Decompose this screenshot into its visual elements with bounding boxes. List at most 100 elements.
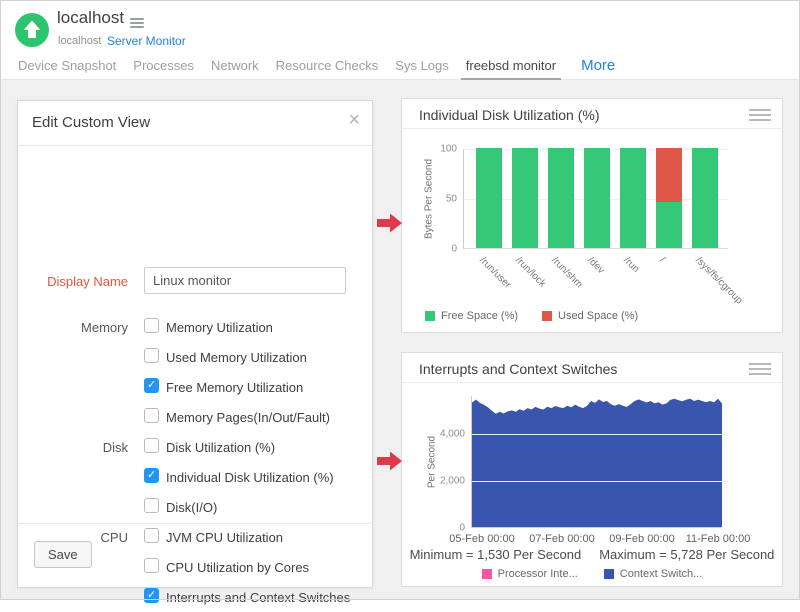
legend-item[interactable]: Free Space (%) xyxy=(425,310,518,322)
x-axis-date-label: 05-Feb 00:00 xyxy=(442,533,522,545)
chart-menu-icon[interactable] xyxy=(749,363,771,378)
y-axis-tick: 100 xyxy=(440,144,457,155)
interrupts-card: Interrupts and Context Switches Per Seco… xyxy=(401,352,783,587)
bar-segment-free xyxy=(620,148,646,248)
checkbox-memory-utilization[interactable] xyxy=(144,318,159,333)
bar-/run/user xyxy=(476,148,502,248)
bar-segment-free xyxy=(476,148,502,248)
checkbox-interrupts-context-switches[interactable] xyxy=(144,588,159,603)
checkbox-memory-pages[interactable] xyxy=(144,408,159,423)
legend-item[interactable]: Used Space (%) xyxy=(542,310,638,322)
hamburger-menu-icon[interactable] xyxy=(130,18,144,30)
checkbox-individual-disk-utilization[interactable] xyxy=(144,468,159,483)
area-chart-plot: 02,0004,00005-Feb 00:0007-Feb 00:0009-Fe… xyxy=(471,396,721,528)
display-name-input[interactable] xyxy=(144,267,346,294)
save-button[interactable]: Save xyxy=(34,541,92,568)
server-status-icon xyxy=(15,13,49,47)
legend-label: Free Space (%) xyxy=(441,310,518,322)
metric-row: Used Memory Utilization xyxy=(18,342,372,372)
bar-/ xyxy=(656,148,682,248)
checkbox-label: Individual Disk Utilization (%) xyxy=(166,470,334,485)
tab-resource-checks[interactable]: Resource Checks xyxy=(276,58,379,73)
group-label-disk: Disk xyxy=(18,440,128,455)
display-name-label: Display Name xyxy=(18,274,128,289)
chart-summary: Minimum = 1,530 Per Second Maximum = 5,7… xyxy=(402,547,782,562)
tab-device-snapshot[interactable]: Device Snapshot xyxy=(18,58,116,73)
card-header: Interrupts and Context Switches xyxy=(402,353,782,383)
y-axis-title: Bytes Per Second xyxy=(424,159,435,239)
bar-/dev xyxy=(584,148,610,248)
dialog-header: Edit Custom View × xyxy=(18,101,372,146)
metric-row: Free Memory Utilization xyxy=(18,372,372,402)
tab-more[interactable]: More xyxy=(581,57,615,74)
x-axis-label: /sys/fs/cgroup xyxy=(693,255,744,306)
breadcrumb-server-monitor-link[interactable]: Server Monitor xyxy=(107,34,186,48)
checkbox-label: Disk(I/O) xyxy=(166,500,217,515)
legend-swatch xyxy=(604,569,614,579)
checkbox-label: Disk Utilization (%) xyxy=(166,440,275,455)
arrow-right-icon xyxy=(377,212,403,234)
checkbox-used-memory-utilization[interactable] xyxy=(144,348,159,363)
x-axis-label: /dev xyxy=(585,255,606,276)
bar-/run/shm xyxy=(548,148,574,248)
legend-label: Used Space (%) xyxy=(558,310,638,322)
disk-utilization-card: Individual Disk Utilization (%) Bytes Pe… xyxy=(401,98,783,333)
display-name-row: Display Name xyxy=(18,267,372,294)
checkbox-label: Memory Pages(In/Out/Fault) xyxy=(166,410,330,425)
bar-segment-free xyxy=(512,148,538,248)
checkbox-label: Interrupts and Context Switches xyxy=(166,590,350,605)
x-axis-date-label: 11-Feb 00:00 xyxy=(678,533,758,545)
bar-segment-free xyxy=(656,202,682,248)
gridline xyxy=(472,434,729,435)
checkbox-disk-utilization[interactable] xyxy=(144,438,159,453)
bar-segment-used xyxy=(656,148,682,202)
minimum-value: Minimum = 1,530 Per Second xyxy=(410,547,582,562)
checkbox-label: Free Memory Utilization xyxy=(166,380,303,395)
card-header: Individual Disk Utilization (%) xyxy=(402,99,782,129)
y-axis-tick: 0 xyxy=(451,244,457,255)
y-axis-tick: 0 xyxy=(459,523,465,534)
metric-row: Memory Pages(In/Out/Fault) xyxy=(18,402,372,432)
x-axis-label: /run/user xyxy=(477,255,513,291)
checkbox-label: Memory Utilization xyxy=(166,320,273,335)
legend-item[interactable]: Processor Inte... xyxy=(482,568,578,580)
bar-/run xyxy=(620,148,646,248)
legend-swatch xyxy=(425,311,435,321)
checkbox-free-memory-utilization[interactable] xyxy=(144,378,159,393)
legend-swatch xyxy=(482,569,492,579)
tab-freebsd-monitor[interactable]: freebsd monitor xyxy=(466,58,556,73)
close-icon[interactable]: × xyxy=(348,110,360,130)
card-title: Interrupts and Context Switches xyxy=(419,361,617,377)
checkbox-disk-io[interactable] xyxy=(144,498,159,513)
x-axis-label: /run/shm xyxy=(549,255,584,290)
legend-item[interactable]: Context Switch... xyxy=(604,568,703,580)
tab-network[interactable]: Network xyxy=(211,58,259,73)
gridline xyxy=(472,481,729,482)
x-axis-label: /run xyxy=(621,255,641,275)
x-axis-label: / xyxy=(657,255,667,265)
chart-menu-icon[interactable] xyxy=(749,109,771,124)
bar-segment-free xyxy=(692,148,718,248)
bar-/sys/fs/cgroup xyxy=(692,148,718,248)
y-axis-tick: 50 xyxy=(446,194,457,205)
metric-row: Disk Disk Utilization (%) xyxy=(18,432,372,462)
card-title: Individual Disk Utilization (%) xyxy=(419,107,600,123)
area-series xyxy=(472,395,722,527)
metric-row: Individual Disk Utilization (%) xyxy=(18,462,372,492)
app-header: localhost localhost Server Monitor xyxy=(0,0,800,52)
tab-sys-logs[interactable]: Sys Logs xyxy=(395,58,448,73)
legend-swatch xyxy=(542,311,552,321)
dialog-footer: Save xyxy=(18,523,372,587)
y-axis-tick: 4,000 xyxy=(440,429,465,440)
edit-custom-view-dialog: Edit Custom View × Display Name Memory M… xyxy=(17,100,373,588)
y-axis-tick: 2,000 xyxy=(440,476,465,487)
x-axis-date-label: 07-Feb 00:00 xyxy=(522,533,602,545)
x-axis-date-label: 09-Feb 00:00 xyxy=(602,533,682,545)
chart-legend: Free Space (%) Used Space (%) xyxy=(425,310,638,322)
breadcrumb-host: localhost xyxy=(58,35,101,47)
metric-row: Memory Memory Utilization xyxy=(18,312,372,342)
checkbox-label: Used Memory Utilization xyxy=(166,350,307,365)
arrow-right-icon xyxy=(377,450,403,472)
tab-processes[interactable]: Processes xyxy=(133,58,194,73)
y-axis-title: Per Second xyxy=(427,436,438,488)
